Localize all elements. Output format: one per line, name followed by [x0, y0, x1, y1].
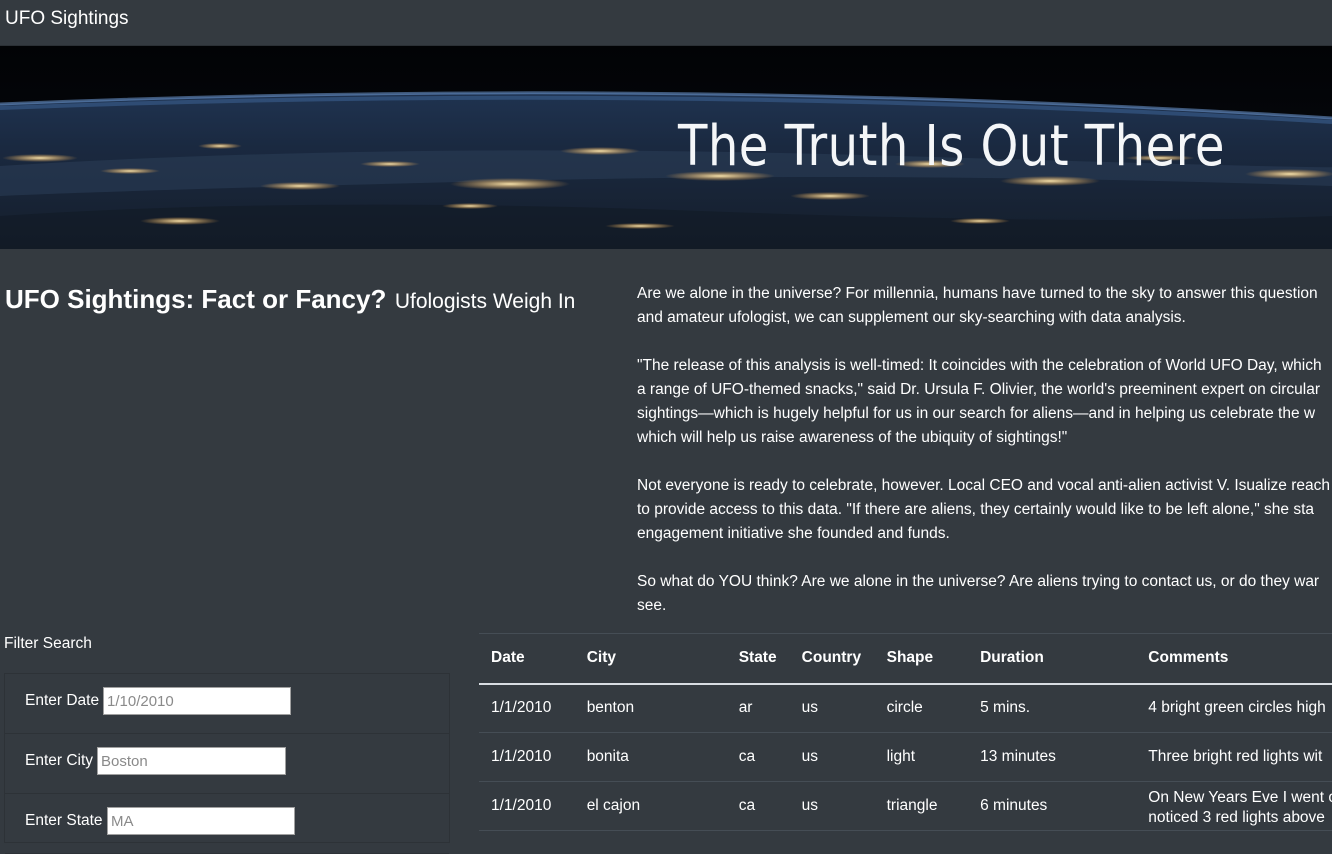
cell-city: benton [574, 683, 727, 733]
cell-duration: 5 mins. [968, 683, 1137, 733]
filter-search-title: Filter Search [4, 635, 92, 652]
cell-comments: 4 bright green circles high [1136, 683, 1332, 733]
cell-country: us [789, 781, 875, 831]
cell-duration: 6 minutes [968, 781, 1137, 831]
table-row: 1/1/2010 bonita ca us light 13 minutes T… [479, 732, 1332, 782]
cell-date: 1/1/2010 [479, 732, 575, 782]
city-label: Enter City [25, 752, 94, 769]
cell-date: 1/1/2010 [479, 683, 575, 733]
date-label: Enter Date [25, 692, 100, 709]
cell-date: 1/1/2010 [479, 781, 575, 831]
navbar: UFO Sightings [0, 0, 1332, 46]
filter-row-state: Enter State [5, 794, 449, 854]
cell-country: us [789, 683, 875, 733]
column-header-comments: Comments [1136, 633, 1332, 685]
cell-duration: 13 minutes [968, 732, 1137, 782]
column-header-date: Date [479, 633, 575, 685]
filter-row-date: Enter Date [5, 674, 449, 734]
date-input[interactable] [103, 687, 291, 715]
cell-state: ca [726, 732, 790, 782]
article-paragraph: Not everyone is ready to celebrate, howe… [637, 477, 1330, 542]
article-paragraph: Are we alone in the universe? For millen… [637, 285, 1318, 326]
cell-comments: On New Years Eve I went o noticed 3 red … [1136, 781, 1332, 831]
sightings-table-container: Date City State Country Shape Duration C… [479, 633, 1332, 831]
cell-country: us [789, 732, 875, 782]
city-input[interactable] [97, 747, 286, 775]
navbar-brand-link[interactable]: UFO Sightings [5, 8, 129, 30]
filter-panel: Enter Date Enter City Enter State [4, 673, 450, 854]
hero-title: The Truth Is Out There [678, 114, 1225, 179]
article-body: Are we alone in the universe? For millen… [637, 282, 1332, 642]
column-header-state: State [726, 633, 790, 685]
article-paragraph: So what do YOU think? Are we alone in th… [637, 573, 1320, 614]
state-label: Enter State [25, 812, 103, 829]
table-row: 1/1/2010 el cajon ca us triangle 6 minut… [479, 781, 1332, 831]
filter-row-city: Enter City [5, 734, 449, 794]
sightings-table: Date City State Country Shape Duration C… [479, 633, 1332, 831]
column-header-duration: Duration [968, 633, 1137, 685]
column-header-city: City [574, 633, 727, 685]
column-header-country: Country [789, 633, 875, 685]
hero-banner: The Truth Is Out There [0, 46, 1332, 249]
cell-city: el cajon [574, 781, 727, 831]
article-heading-main: UFO Sightings: Fact or Fancy? [5, 284, 387, 314]
cell-shape: triangle [874, 781, 969, 831]
cell-state: ca [726, 781, 790, 831]
cell-shape: light [874, 732, 969, 782]
article-heading: UFO Sightings: Fact or Fancy? Ufologists… [5, 284, 575, 315]
table-header-row: Date City State Country Shape Duration C… [479, 633, 1332, 685]
article-heading-sub: Ufologists Weigh In [394, 290, 576, 313]
column-header-shape: Shape [874, 633, 969, 685]
cell-city: bonita [574, 732, 727, 782]
cell-shape: circle [874, 683, 969, 733]
article-paragraph: "The release of this analysis is well-ti… [637, 357, 1322, 446]
cell-comments: Three bright red lights wit [1136, 732, 1332, 782]
table-row: 1/1/2010 benton ar us circle 5 mins. 4 b… [479, 683, 1332, 733]
cell-state: ar [726, 683, 790, 733]
